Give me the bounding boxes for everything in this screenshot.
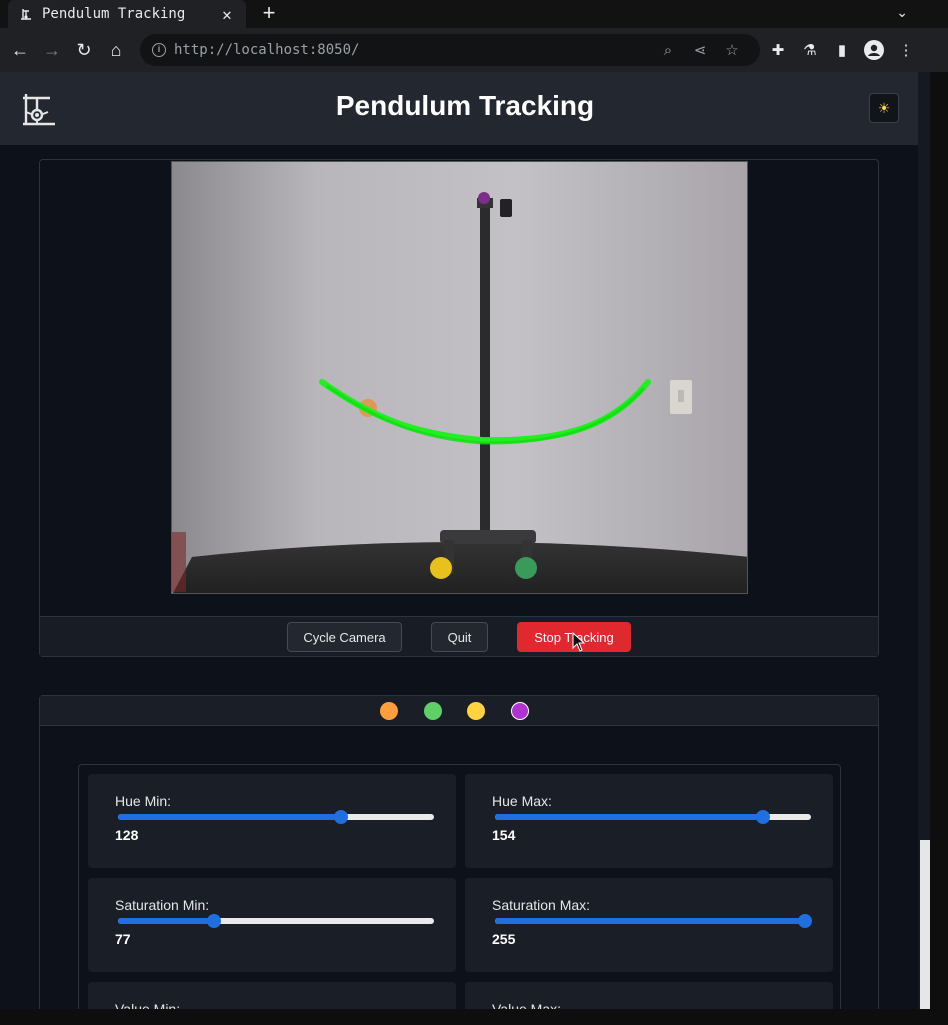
window-edge [930, 72, 948, 1009]
back-icon[interactable]: ← [8, 38, 32, 62]
saturation-max-slider[interactable] [495, 914, 812, 928]
saturation-min-slider-fill [118, 918, 214, 924]
hue-min-card: Hue Min: 128 [88, 774, 456, 868]
hue-min-slider-fill [118, 814, 341, 820]
zoom-icon[interactable]: ⌕ [652, 42, 684, 59]
saturation-max-card: Saturation Max: 255 [465, 878, 833, 972]
value-min-label: Value Min: [115, 1001, 181, 1009]
page-title: Pendulum Tracking [335, 90, 595, 121]
hue-max-card: Hue Max: 154 [465, 774, 833, 868]
browser-menu-icon[interactable]: ⋮ [894, 38, 918, 62]
share-icon[interactable]: ⋖ [684, 41, 716, 59]
saturation-max-slider-fill [495, 918, 805, 924]
camera-feed [171, 161, 748, 594]
sun-icon: ☀ [877, 99, 891, 116]
cycle-camera-button[interactable]: Cycle Camera [287, 622, 402, 652]
saturation-min-value: 77 [115, 931, 131, 947]
saturation-min-slider-thumb[interactable] [207, 914, 221, 928]
saturation-max-slider-thumb[interactable] [798, 914, 812, 928]
saturation-min-label: Saturation Min: [115, 897, 210, 913]
browser-tab[interactable]: Pendulum Tracking ✕ [8, 0, 246, 28]
hue-max-label: Hue Max: [492, 793, 552, 809]
side-panel-icon[interactable]: ▮ [830, 38, 854, 62]
green-color-button[interactable] [424, 702, 442, 720]
reload-icon[interactable]: ↻ [72, 38, 96, 62]
value-max-label: Value Max: [492, 1001, 561, 1009]
window-bottom-edge [0, 1009, 948, 1025]
page: Pendulum Tracking ☀ Cycle Camera Quit St… [0, 72, 918, 1009]
labs-flask-icon[interactable]: ⚗ [798, 38, 822, 62]
new-tab-icon[interactable]: + [258, 2, 280, 24]
video-card: Cycle Camera Quit Stop Tracking [39, 159, 879, 657]
url-text: http://localhost:8050/ [174, 42, 360, 58]
tab-title: Pendulum Tracking [42, 6, 186, 22]
site-info-icon[interactable]: i [152, 43, 166, 57]
extensions-icon[interactable]: ✚ [766, 38, 790, 62]
video-controls: Cycle Camera Quit Stop Tracking [40, 616, 878, 656]
saturation-max-value: 255 [492, 931, 516, 947]
browser-tabbar: Pendulum Tracking ✕ + ⌄ [0, 0, 948, 28]
yellow-color-button[interactable] [467, 702, 485, 720]
theme-toggle-button[interactable]: ☀ [869, 93, 899, 123]
orange-color-button[interactable] [380, 702, 398, 720]
color-selector-bar [40, 696, 878, 726]
value-max-card: Value Max: [465, 982, 833, 1009]
saturation-max-label: Saturation Max: [492, 897, 591, 913]
pendulum-favicon-icon [18, 6, 34, 22]
value-min-card: Value Min: [88, 982, 456, 1009]
hue-min-slider-thumb[interactable] [334, 810, 348, 824]
hue-max-value: 154 [492, 827, 516, 843]
profile-avatar-icon[interactable] [862, 38, 886, 62]
home-icon[interactable]: ⌂ [104, 38, 128, 62]
hue-min-slider[interactable] [118, 810, 434, 824]
saturation-min-card: Saturation Min: 77 [88, 878, 456, 972]
page-scrollbar-thumb[interactable] [920, 840, 930, 1009]
saturation-min-slider[interactable] [118, 914, 434, 928]
purple-color-button[interactable] [511, 702, 529, 720]
hue-min-label: Hue Min: [115, 793, 172, 809]
mouse-cursor-icon [572, 631, 586, 657]
tab-search-chevron-icon[interactable]: ⌄ [896, 4, 908, 21]
color-settings-card: Hue Min: 128 Hue Max: 154 Saturation Min… [39, 695, 879, 1009]
app-header: Pendulum Tracking ☀ [0, 72, 918, 145]
hue-min-value: 128 [115, 827, 139, 843]
forward-icon[interactable]: → [40, 38, 64, 62]
quit-button[interactable]: Quit [431, 622, 488, 652]
hue-max-slider-fill [495, 814, 763, 820]
bookmark-star-icon[interactable]: ☆ [716, 41, 748, 59]
browser-toolbar: ← → ↻ ⌂ i http://localhost:8050/ ⌕ ⋖ ☆ ✚… [0, 28, 948, 72]
hue-max-slider-thumb[interactable] [756, 810, 770, 824]
tab-close-icon[interactable]: ✕ [218, 5, 236, 24]
hsv-slider-panel: Hue Min: 128 Hue Max: 154 Saturation Min… [78, 764, 841, 1009]
hue-max-slider[interactable] [495, 810, 811, 824]
address-bar[interactable]: i http://localhost:8050/ ⌕ ⋖ ☆ [140, 34, 760, 66]
